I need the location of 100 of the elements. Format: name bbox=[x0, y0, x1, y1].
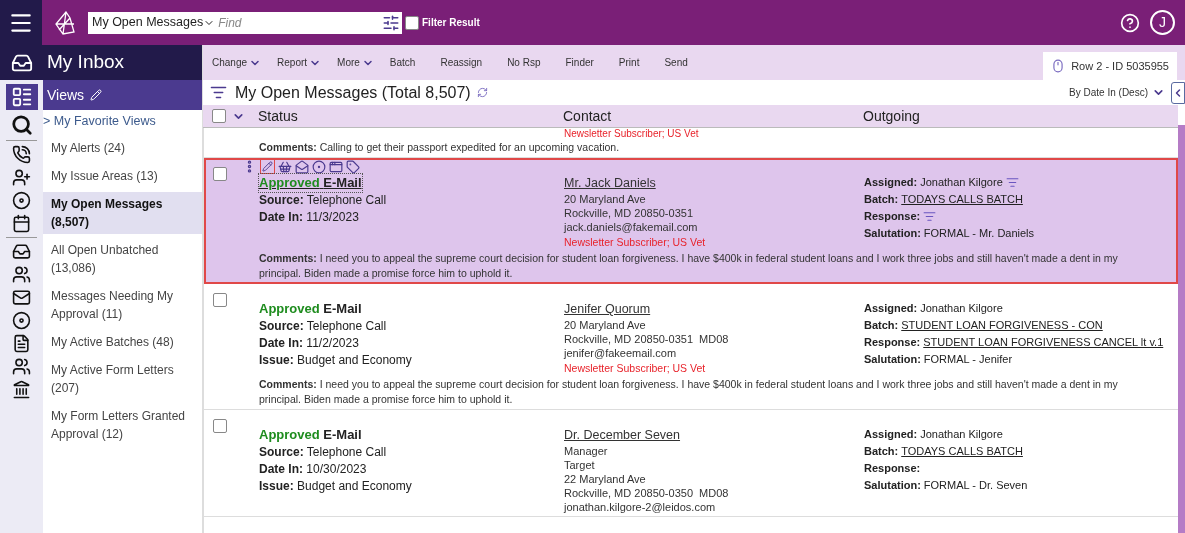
toolbar-button[interactable]: Finder bbox=[565, 55, 594, 70]
filter-settings-icon[interactable] bbox=[382, 13, 400, 32]
field-label: Batch: bbox=[864, 444, 899, 459]
add-user-icon[interactable] bbox=[12, 168, 31, 187]
status-link[interactable]: Approved E-Mail bbox=[259, 174, 362, 192]
toolbar-button[interactable]: Reassign bbox=[440, 55, 483, 70]
search-field[interactable]: My Open Messages Find bbox=[88, 11, 402, 34]
field-label: Assigned: bbox=[864, 175, 918, 190]
contact-line: jenifer@fakeemail.com bbox=[564, 346, 678, 360]
comments-text: Comments: I need you to appeal the supreme court decision for student loan forgiveness. I have $400k in federal student loans and I work three jobs and still haven't made a dent in my principal. Biden made a promise force him to uphold it. bbox=[259, 251, 1119, 281]
contact-line: Target bbox=[564, 458, 596, 472]
contact-line: Rockville, MD 20850-0351 MD08 bbox=[564, 332, 730, 346]
select-all-checkbox[interactable] bbox=[212, 109, 226, 123]
row-checkbox[interactable] bbox=[213, 293, 227, 307]
toolbar-button[interactable]: Change bbox=[212, 55, 262, 70]
refresh-icon[interactable] bbox=[476, 87, 488, 98]
sidebar-item[interactable]: My Open Messages (8,507) bbox=[43, 192, 202, 234]
contact-line: 20 Maryland Ave bbox=[564, 192, 647, 206]
contact-line: 20 Maryland Ave bbox=[564, 318, 647, 332]
sidebar-item[interactable]: My Active Batches (48) bbox=[43, 330, 202, 354]
field-link[interactable]: TODAYS CALLS BATCH bbox=[901, 191, 1023, 208]
search-icon[interactable] bbox=[10, 114, 33, 136]
scrollbar[interactable] bbox=[1178, 125, 1185, 533]
disc-icon[interactable] bbox=[12, 311, 31, 330]
contact-link[interactable]: Mr. Jack Daniels bbox=[564, 174, 656, 192]
menu-button[interactable] bbox=[0, 0, 42, 45]
detail-text: Date In: 11/2/2023 bbox=[259, 335, 360, 352]
row-checkbox[interactable] bbox=[213, 419, 227, 433]
filter-result-label[interactable]: Filter Result bbox=[422, 15, 480, 30]
sidebar-item[interactable]: My Form Letters Granted Approval (12) bbox=[43, 404, 202, 446]
status-link[interactable]: Approved E-Mail bbox=[259, 300, 564, 318]
field-value: FORMAL - Dr. Seven bbox=[923, 478, 1028, 493]
field-link[interactable]: STUDENT LOAN FORGIVENESS CANCEL lt v.1 bbox=[923, 334, 1164, 351]
disc-icon[interactable] bbox=[12, 191, 31, 210]
field-value: Jonathan Kilgore bbox=[920, 301, 1003, 316]
field-label: Response: bbox=[864, 209, 921, 224]
row-checkbox[interactable] bbox=[213, 167, 227, 181]
contact-line: jonathan.kilgore-2@leidos.com bbox=[564, 500, 717, 514]
detail-text: Source: Telephone Call bbox=[259, 444, 388, 461]
tag-icon[interactable] bbox=[346, 159, 360, 174]
sidebar-item[interactable]: All Open Unbatched (13,086) bbox=[43, 238, 202, 280]
help-icon[interactable] bbox=[1120, 12, 1140, 33]
contact-link[interactable]: Jenifer Quorum bbox=[564, 300, 651, 318]
favorite-views-link[interactable]: > My Favorite Views bbox=[43, 110, 202, 132]
field-label: Salutation: bbox=[864, 226, 921, 241]
sidebar-item[interactable]: My Issue Areas (13) bbox=[43, 164, 202, 188]
phone-icon[interactable] bbox=[12, 145, 31, 164]
field-value: FORMAL - Mr. Daniels bbox=[923, 226, 1035, 241]
contact-line: Manager bbox=[564, 444, 609, 458]
detail-text: Issue: Budget and Economy bbox=[259, 478, 413, 495]
collapse-button[interactable] bbox=[1171, 81, 1185, 104]
sidebar-title: My Inbox bbox=[43, 45, 202, 80]
sort-select[interactable]: By Date In (Desc) bbox=[1069, 85, 1165, 100]
column-header[interactable]: Contact bbox=[563, 105, 863, 127]
toolbar-button[interactable]: Report bbox=[277, 55, 322, 70]
detail-text: Source: Telephone Call bbox=[259, 318, 388, 335]
field-link[interactable]: TODAYS CALLS BATCH bbox=[901, 443, 1023, 460]
building-icon[interactable] bbox=[12, 380, 31, 399]
message-row[interactable] bbox=[204, 158, 1178, 284]
field-label: Batch: bbox=[864, 318, 899, 333]
contact-line: Rockville, MD 20850-0350 MD08 bbox=[564, 486, 730, 500]
filter-icon[interactable] bbox=[210, 84, 227, 101]
edit-button[interactable] bbox=[260, 159, 275, 174]
field-label: Response: bbox=[864, 461, 921, 476]
detail-text: Issue: Budget and Economy bbox=[259, 352, 413, 369]
users-icon[interactable] bbox=[12, 357, 31, 376]
row-indicator: Row 2 - ID 5035955 bbox=[1043, 52, 1177, 80]
users-icon[interactable] bbox=[12, 265, 31, 284]
edit-icon[interactable] bbox=[90, 89, 103, 101]
document-icon[interactable] bbox=[12, 334, 31, 353]
field-label: Batch: bbox=[864, 192, 899, 207]
toolbar-button[interactable]: Batch bbox=[389, 55, 416, 70]
field-label: Assigned: bbox=[864, 301, 918, 316]
status-link[interactable]: Approved E-Mail bbox=[259, 426, 564, 444]
contact-tags: Newsletter Subscriber; US Vet bbox=[564, 235, 864, 249]
filter-checkbox[interactable] bbox=[405, 15, 419, 30]
sidebar-item[interactable]: My Alerts (24) bbox=[43, 136, 202, 160]
sidebar-item[interactable]: Messages Needing My Approval (11) bbox=[43, 284, 202, 326]
view-select[interactable]: My Open Messages bbox=[92, 13, 216, 32]
field-link[interactable]: STUDENT LOAN FORGIVENESS - CON bbox=[901, 317, 1103, 334]
column-header[interactable]: Status bbox=[258, 105, 563, 127]
toolbar-button[interactable]: Print bbox=[618, 55, 640, 70]
contact-tags: Newsletter Subscriber; US Vet bbox=[564, 128, 864, 139]
avatar-button[interactable]: J bbox=[1150, 10, 1175, 35]
sidebar-item[interactable]: My Active Form Letters (207) bbox=[43, 358, 202, 400]
basket-icon[interactable] bbox=[278, 159, 292, 174]
tray-icon[interactable] bbox=[12, 242, 31, 261]
field-label: Salutation: bbox=[864, 478, 921, 493]
views-icon[interactable] bbox=[10, 86, 33, 108]
field-value: FORMAL - Jenifer bbox=[923, 352, 1013, 367]
toolbar-button[interactable]: Send bbox=[664, 55, 688, 70]
mail-icon[interactable] bbox=[12, 288, 31, 307]
toolbar-button[interactable]: No Rsp bbox=[507, 55, 541, 70]
views-header[interactable]: Views bbox=[43, 80, 202, 110]
toolbar-button[interactable]: More bbox=[337, 55, 374, 70]
calendar-icon[interactable] bbox=[12, 214, 31, 233]
field-value: Jonathan Kilgore bbox=[920, 175, 1003, 190]
window-icon[interactable] bbox=[329, 159, 343, 174]
column-header[interactable]: Outgoing bbox=[863, 105, 1178, 127]
contact-link[interactable]: Dr. December Seven bbox=[564, 426, 681, 444]
